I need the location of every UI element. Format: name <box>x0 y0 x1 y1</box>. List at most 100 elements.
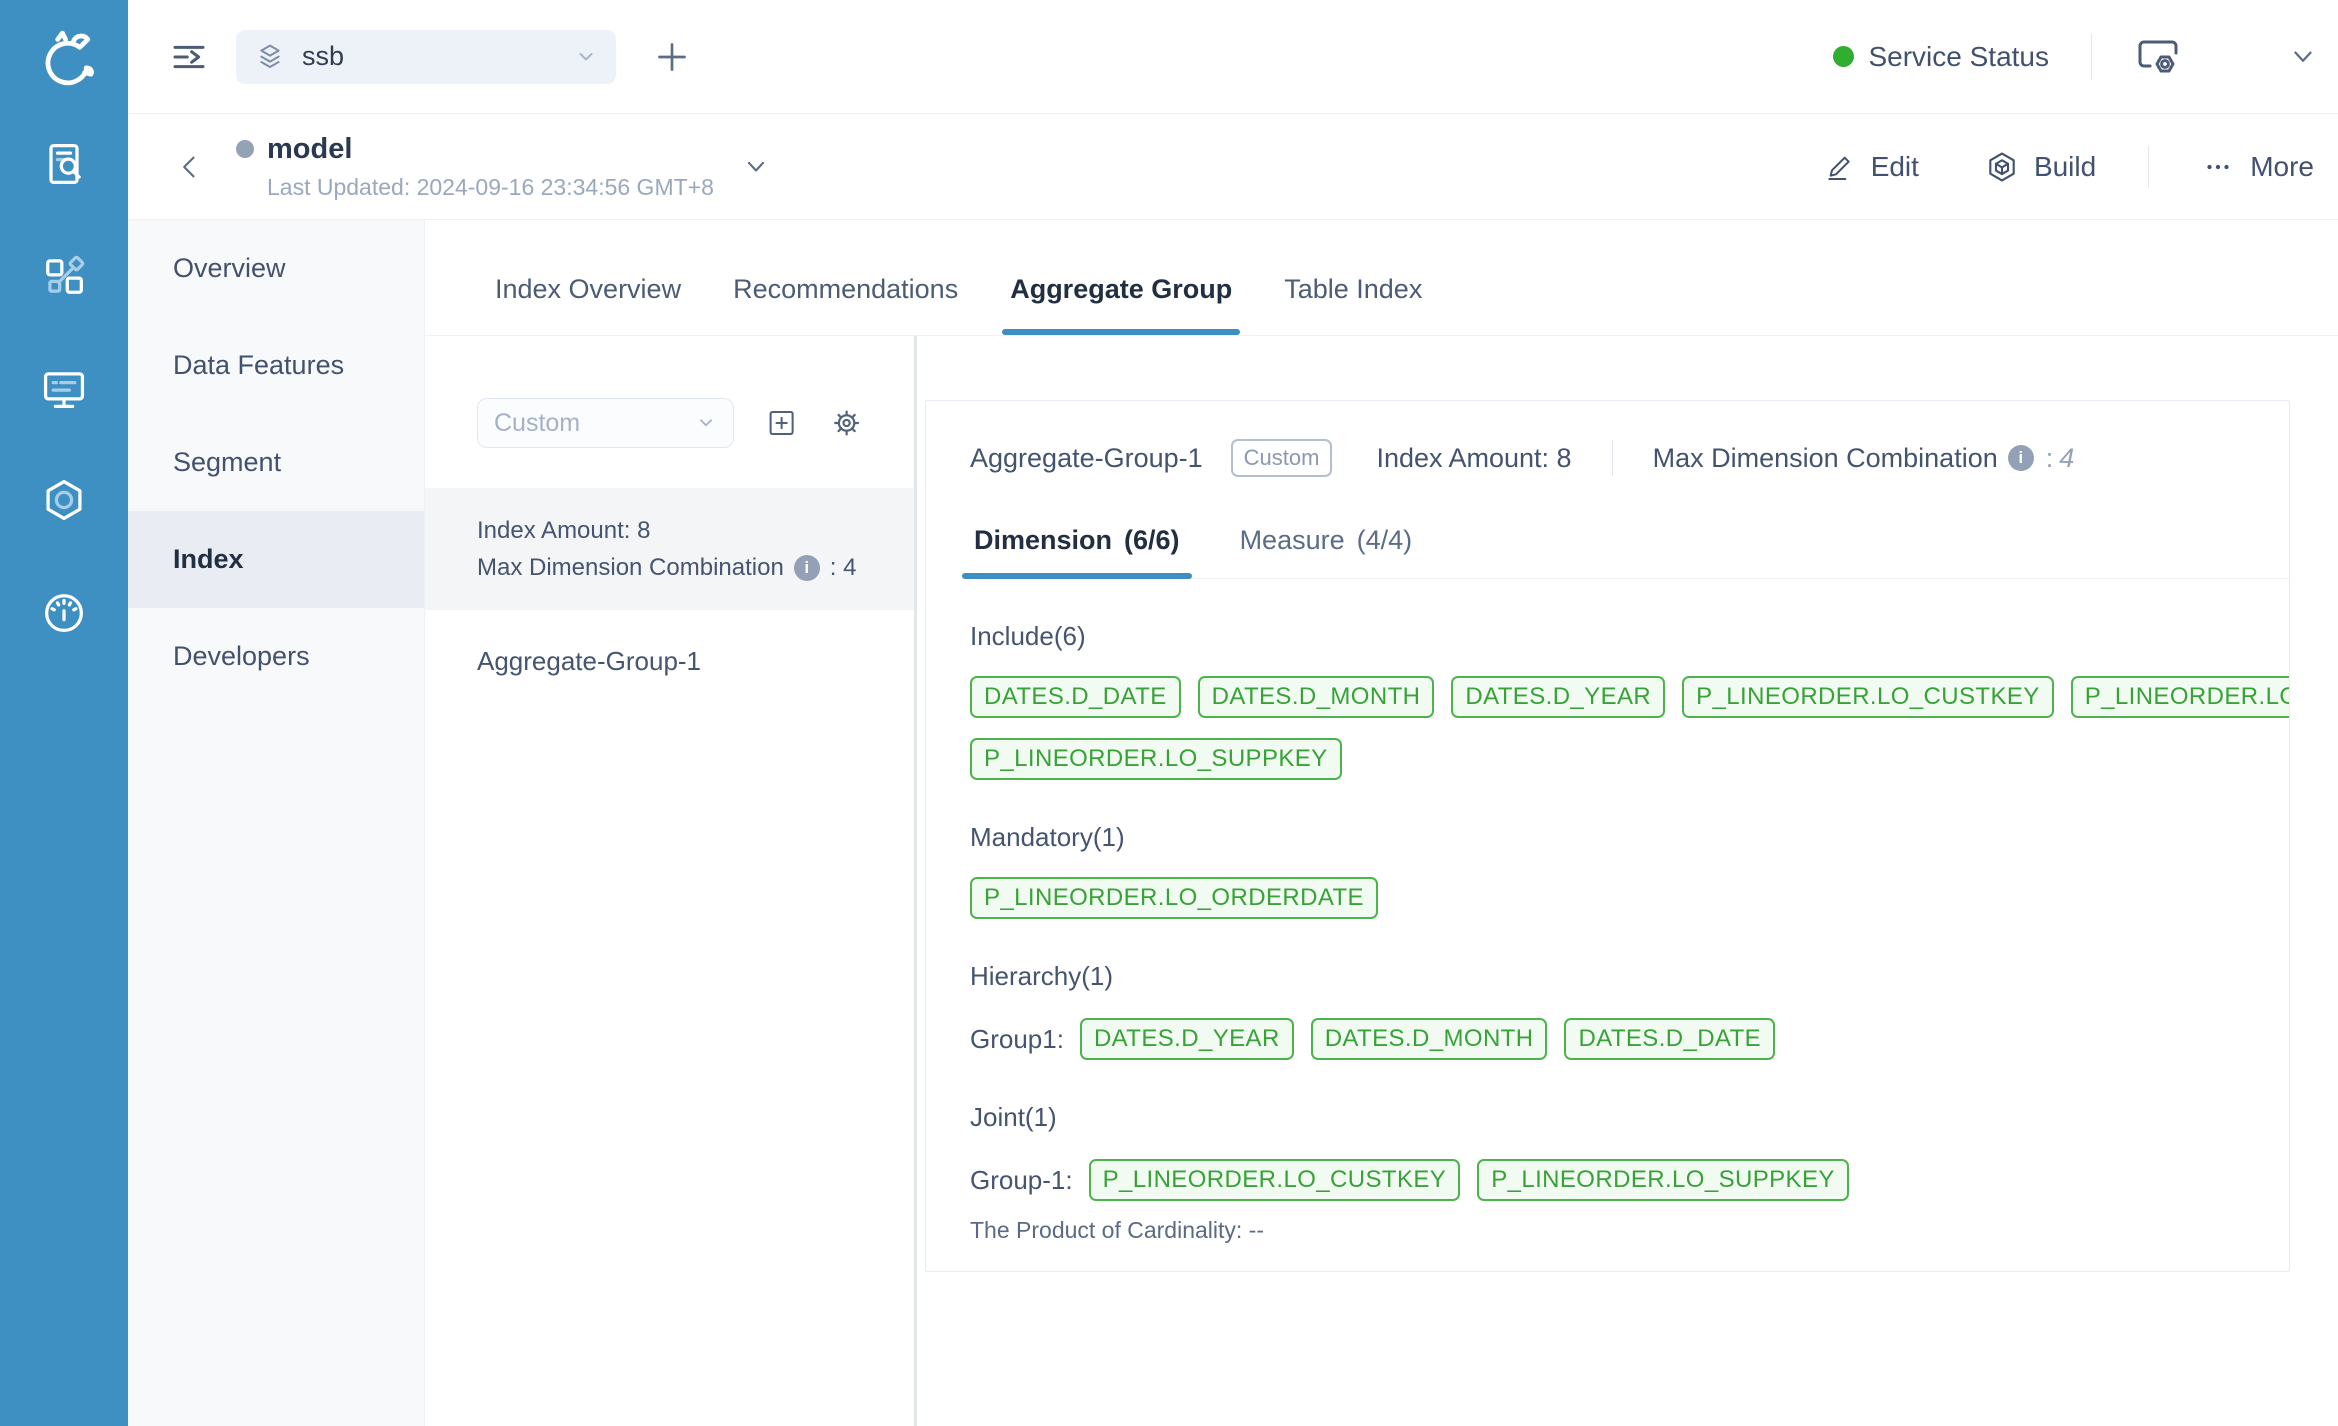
max-dim-label: Max Dimension Combination <box>1653 443 1998 474</box>
tab-measure[interactable]: Measure (4/4) <box>1236 525 1417 578</box>
dimension-tag: DATES.D_DATE <box>1564 1018 1775 1060</box>
sidebar-item-segment[interactable]: Segment <box>128 414 424 511</box>
streaming-monitor-icon[interactable] <box>38 362 90 414</box>
more-dots-icon <box>2201 150 2235 184</box>
dimension-tag: P_LINEORDER.LO_CUSTKEY <box>1682 676 2054 718</box>
model-name: model <box>267 133 352 166</box>
group-title: Aggregate-Group-1 <box>970 443 1203 474</box>
list-item-aggregate-group-1[interactable]: Aggregate-Group-1 <box>477 646 864 677</box>
group-label: Group1: <box>970 1024 1064 1055</box>
sidebar-item-overview[interactable]: Overview <box>128 220 424 317</box>
section-label-mandatory-1: Mandatory(1) <box>970 822 2289 853</box>
pencil-icon <box>1824 151 1856 183</box>
header-divider <box>2148 146 2149 188</box>
chevron-down-icon <box>574 45 598 69</box>
dashboard-gauge-icon[interactable] <box>38 586 90 638</box>
group-label: Group-1: <box>970 1165 1073 1196</box>
detail-divider <box>1612 440 1613 476</box>
tab-dimension[interactable]: Dimension (6/6) <box>970 525 1184 578</box>
dimension-tag: DATES.D_MONTH <box>1198 676 1435 718</box>
dimension-tag: DATES.D_DATE <box>970 676 1181 718</box>
model-header: model Last Updated: 2024-09-16 23:34:56 … <box>128 114 2338 220</box>
aggregate-group-summary-item[interactable]: Index Amount: 8 Max Dimension Combinatio… <box>425 488 914 610</box>
index-content: Index Overview Recommendations Aggregate G… <box>425 220 2338 1426</box>
build-label: Build <box>2034 151 2096 183</box>
tab-count: (6/6) <box>1124 525 1180 555</box>
dimension-tag: DATES.D_YEAR <box>1451 676 1665 718</box>
info-icon[interactable]: i <box>794 555 820 581</box>
dimension-tag: P_LINEORDER.LO_CUSTKEY <box>1089 1159 1461 1201</box>
query-history-icon[interactable] <box>38 138 90 190</box>
index-amount-line: Index Amount: 8 <box>477 512 904 549</box>
aggregate-group-card: Aggregate-Group-1 Custom Index Amount: 8… <box>925 400 2290 1272</box>
model-switch-chevron-icon[interactable] <box>742 153 770 181</box>
max-dim-label: Max Dimension Combination <box>477 549 784 586</box>
max-dim-value: 4 <box>2059 443 2074 474</box>
chevron-down-icon <box>695 412 717 434</box>
model-title-block: model Last Updated: 2024-09-16 23:34:56 … <box>236 133 714 201</box>
add-project-icon[interactable] <box>652 37 692 77</box>
group-tags: P_LINEORDER.LO_CUSTKEYP_LINEORDER.LO_SUP… <box>1089 1159 1866 1201</box>
add-aggregate-group-icon[interactable] <box>764 404 799 442</box>
dimension-tag: DATES.D_YEAR <box>1080 1018 1294 1060</box>
user-menu-chevron-icon[interactable] <box>2288 42 2318 72</box>
app-rail <box>0 0 128 1426</box>
info-icon[interactable]: i <box>2008 445 2034 471</box>
system-settings-icon[interactable] <box>2134 33 2182 81</box>
group-row: Group1:DATES.D_YEARDATES.D_MONTHDATES.D_… <box>970 1018 2289 1060</box>
group-tags: DATES.D_YEAR DATES.D_MONTH DATES.D_DATE <box>1080 1018 1792 1060</box>
more-button[interactable]: More <box>2201 150 2314 184</box>
model-status-dot <box>236 140 254 158</box>
tag-row: P_LINEORDER.LO_SUPPKEY <box>970 738 2289 780</box>
dimension-sections: Include(6)DATES.D_DATEDATES.D_MONTHDATES… <box>970 621 2289 1244</box>
cardinality-footnote: The Product of Cardinality: -- <box>970 1217 2289 1244</box>
service-status-dot <box>1833 46 1854 67</box>
sidebar-item-data-features[interactable]: Data Features <box>128 317 424 414</box>
dimension-measure-tabs: Dimension (6/6) Measure (4/4) <box>970 525 2289 579</box>
service-status-label[interactable]: Service Status <box>1868 41 2049 73</box>
custom-badge: Custom <box>1231 439 1333 477</box>
sidebar-item-developers[interactable]: Developers <box>128 608 424 705</box>
dimension-tag: DATES.D_MONTH <box>1311 1018 1548 1060</box>
project-name: ssb <box>302 41 574 72</box>
snapshot-icon[interactable] <box>38 474 90 526</box>
main-column: ssb Service Status model Last Updated: 2… <box>128 0 2338 1426</box>
tab-table-index[interactable]: Table Index <box>1282 274 1424 335</box>
aggregate-group-list-pane: Custom Index Amount: 8 <box>425 336 914 1426</box>
dimension-tag: P_LINEORDER.LO_ORDERDATE <box>970 877 1378 919</box>
edit-label: Edit <box>1871 151 1919 183</box>
edit-button[interactable]: Edit <box>1824 151 1919 183</box>
build-button[interactable]: Build <box>1985 150 2096 184</box>
top-bar: ssb Service Status <box>128 0 2338 114</box>
project-selector[interactable]: ssb <box>236 30 616 84</box>
dimension-tag: P_LINEORDER.LO_SUPPKEY <box>970 738 1342 780</box>
tag-row: DATES.D_DATE DATES.D_MONTH DATES.D_YEAR P_L… <box>970 676 2289 718</box>
group-row: Group-1: P_LINEORDER.LO_CUSTKEYP_LINEORDE… <box>970 1159 2289 1201</box>
index-amount: Index Amount: 8 <box>1376 443 1571 474</box>
tab-count: (4/4) <box>1357 525 1413 555</box>
tab-label: Dimension <box>974 525 1112 555</box>
model-last-updated: Last Updated: 2024-09-16 23:34:56 GMT+8 <box>267 174 714 201</box>
tab-recommendations[interactable]: Recommendations <box>731 274 960 335</box>
kylin-logo <box>26 22 102 98</box>
section-label-include-6: Include(6) <box>970 621 2289 652</box>
data-assets-icon[interactable] <box>38 250 90 302</box>
max-dim-sep: : <box>2046 443 2054 474</box>
aggregate-group-detail-pane: Aggregate-Group-1 Custom Index Amount: 8… <box>917 336 2338 1426</box>
dimension-tag: P_LINEORDER.LO_ORDERDATE <box>2071 676 2290 718</box>
index-tabbar: Index Overview Recommendations Aggregate G… <box>425 220 2338 336</box>
max-dim-value: : 4 <box>830 549 857 586</box>
build-cube-icon <box>1985 150 2019 184</box>
sidebar-item-index[interactable]: Index <box>128 511 424 608</box>
tab-index-overview[interactable]: Index Overview <box>493 274 683 335</box>
collapse-menu-icon[interactable] <box>168 36 210 78</box>
tab-aggregate-group[interactable]: Aggregate Group <box>1008 274 1234 335</box>
gear-icon[interactable] <box>829 404 864 442</box>
back-icon[interactable] <box>176 153 204 181</box>
section-label-hierarchy-1: Hierarchy(1) <box>970 961 2289 992</box>
index-type-value: Custom <box>494 409 695 438</box>
index-type-select[interactable]: Custom <box>477 398 734 448</box>
model-subnav: OverviewData FeaturesSegmentIndexDevelop… <box>128 220 425 1426</box>
tab-label: Measure <box>1240 525 1345 555</box>
tag-row: P_LINEORDER.LO_ORDERDATE <box>970 877 2289 919</box>
